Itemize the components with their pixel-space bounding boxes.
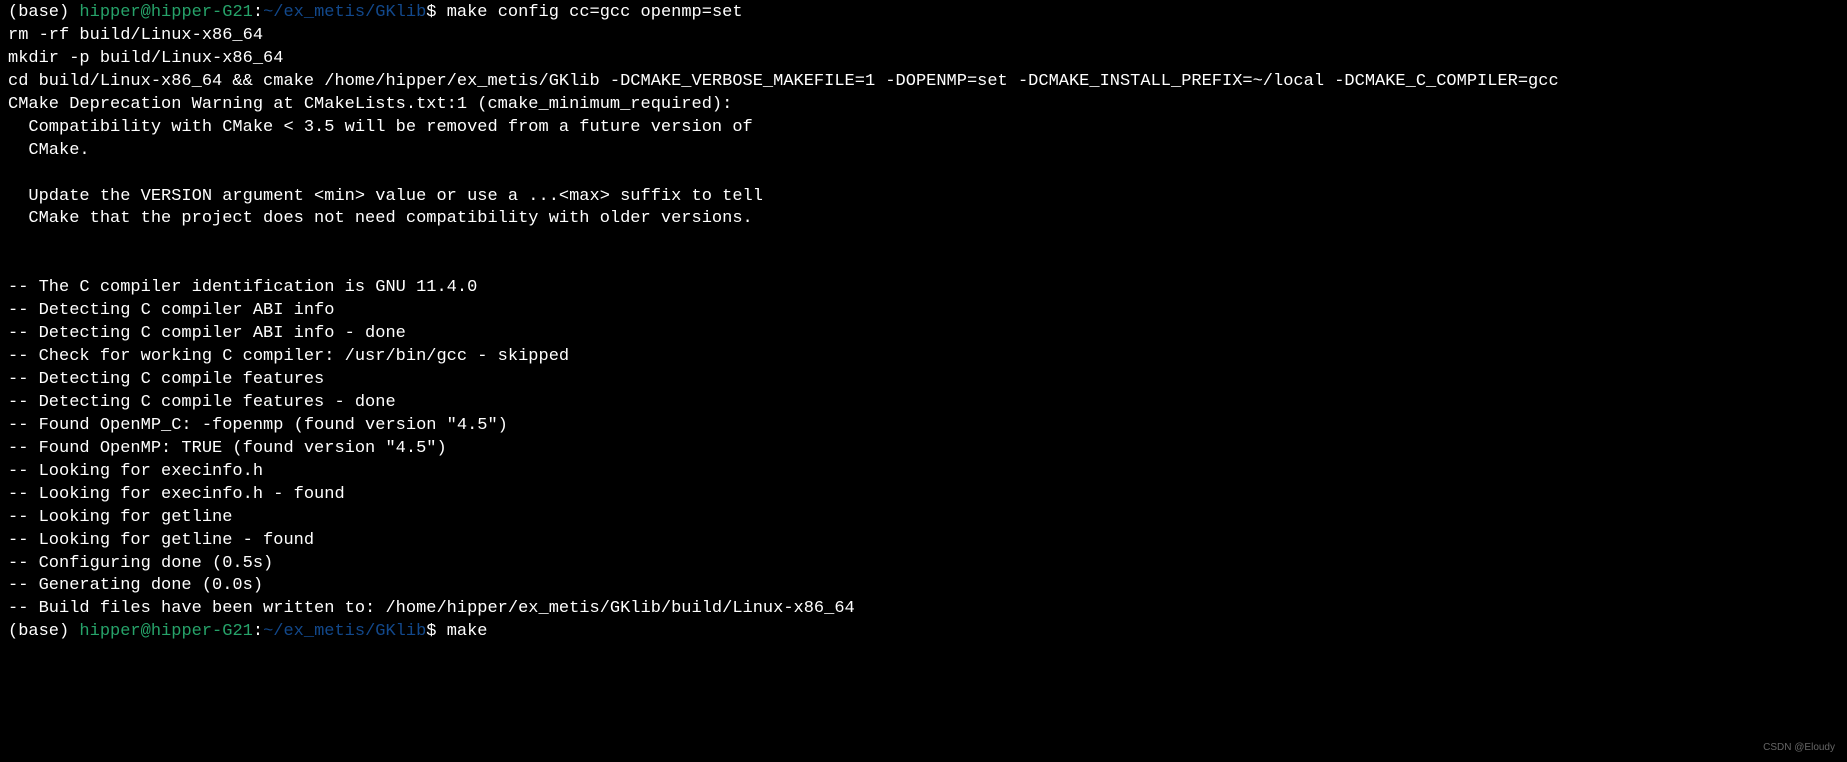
output-line: Compatibility with CMake < 3.5 will be r…: [8, 117, 1839, 140]
output-line: -- Detecting C compiler ABI info: [8, 300, 1839, 323]
dollar-sign: $: [426, 622, 446, 641]
output-line: -- Detecting C compile features: [8, 369, 1839, 392]
cwd-path: ~/ex_metis/GKlib: [263, 622, 426, 641]
command-output: rm -rf build/Linux-x86_64mkdir -p build/…: [8, 25, 1839, 621]
colon: :: [253, 622, 263, 641]
dollar-sign: $: [426, 3, 446, 22]
user-host: hipper@hipper-G21: [79, 622, 252, 641]
output-line: cd build/Linux-x86_64 && cmake /home/hip…: [8, 71, 1839, 94]
output-line: -- Looking for getline - found: [8, 530, 1839, 553]
output-line: -- Build files have been written to: /ho…: [8, 598, 1839, 621]
output-line: -- Looking for getline: [8, 507, 1839, 530]
env-prefix: (base): [8, 622, 79, 641]
output-line: -- Looking for execinfo.h - found: [8, 484, 1839, 507]
watermark: CSDN @Eloudy: [1763, 741, 1835, 755]
output-line: -- The C compiler identification is GNU …: [8, 277, 1839, 300]
output-line: -- Detecting C compiler ABI info - done: [8, 323, 1839, 346]
output-line: CMake.: [8, 140, 1839, 163]
output-line: [8, 163, 1839, 186]
colon: :: [253, 3, 263, 22]
output-line: Update the VERSION argument <min> value …: [8, 186, 1839, 209]
command-text: make: [447, 622, 488, 641]
output-line: rm -rf build/Linux-x86_64: [8, 25, 1839, 48]
output-line: -- Detecting C compile features - done: [8, 392, 1839, 415]
output-line: -- Found OpenMP_C: -fopenmp (found versi…: [8, 415, 1839, 438]
terminal-output[interactable]: (base) hipper@hipper-G21:~/ex_metis/GKli…: [8, 2, 1839, 644]
output-line: -- Found OpenMP: TRUE (found version "4.…: [8, 438, 1839, 461]
output-line: CMake that the project does not need com…: [8, 208, 1839, 231]
user-host: hipper@hipper-G21: [79, 3, 252, 22]
env-prefix: (base): [8, 3, 79, 22]
prompt-line-1: (base) hipper@hipper-G21:~/ex_metis/GKli…: [8, 2, 1839, 25]
output-line: CMake Deprecation Warning at CMakeLists.…: [8, 94, 1839, 117]
output-line: mkdir -p build/Linux-x86_64: [8, 48, 1839, 71]
output-line: [8, 231, 1839, 254]
output-line: -- Configuring done (0.5s): [8, 553, 1839, 576]
output-line: [8, 254, 1839, 277]
output-line: -- Generating done (0.0s): [8, 575, 1839, 598]
cwd-path: ~/ex_metis/GKlib: [263, 3, 426, 22]
command-text: make config cc=gcc openmp=set: [447, 3, 743, 22]
prompt-line-2: (base) hipper@hipper-G21:~/ex_metis/GKli…: [8, 621, 1839, 644]
output-line: -- Looking for execinfo.h: [8, 461, 1839, 484]
output-line: -- Check for working C compiler: /usr/bi…: [8, 346, 1839, 369]
